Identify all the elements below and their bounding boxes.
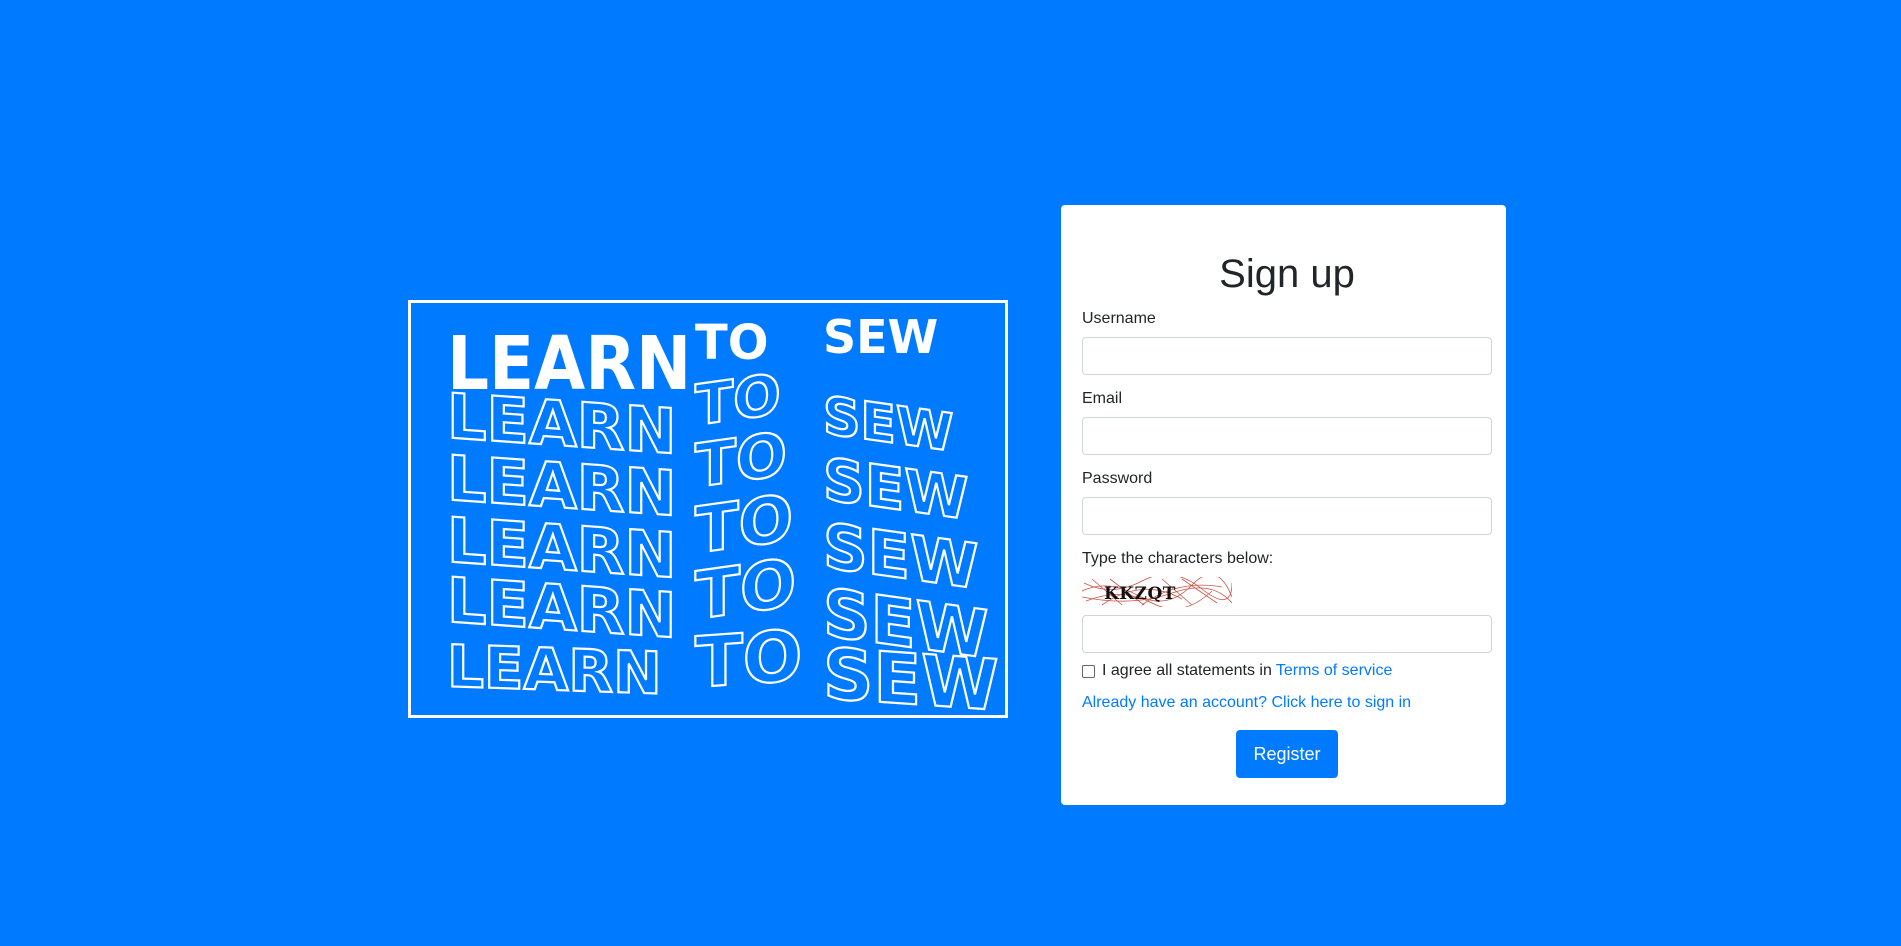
poster-word-sew: SEW (823, 310, 938, 364)
password-input[interactable] (1082, 497, 1492, 535)
poster-outline-sew: SEW (823, 633, 998, 715)
signup-card: Sign up Username Email Password Type the… (1061, 205, 1506, 805)
poster-outline-to: TO (695, 615, 802, 704)
terms-of-service-link[interactable]: Terms of service (1276, 661, 1392, 681)
signin-link[interactable]: Already have an account? Click here to s… (1082, 694, 1411, 711)
agree-checkbox[interactable] (1082, 664, 1095, 678)
username-label: Username (1082, 310, 1156, 327)
learn-to-sew-poster: LEARN TO SEW LEARN TO SEW LEARN TO SEW L… (408, 300, 1008, 718)
poster-outline-learn: LEARN (447, 632, 662, 707)
signin-row: Already have an account? Click here to s… (1082, 693, 1492, 713)
captcha-input[interactable] (1082, 615, 1492, 653)
page-title: Sign up (1219, 252, 1355, 296)
password-label: Password (1082, 470, 1153, 487)
poster-word-to: TO (695, 315, 769, 371)
captcha-label: Type the characters below: (1082, 550, 1274, 567)
captcha-text: KKZQT (1104, 584, 1176, 604)
captcha-image: KKZQT (1082, 577, 1232, 607)
button-row: Register (1082, 730, 1492, 778)
username-input[interactable] (1082, 337, 1492, 375)
email-input[interactable] (1082, 417, 1492, 455)
email-label: Email (1082, 390, 1123, 407)
agree-text: I agree all statements in (1102, 662, 1272, 679)
register-button[interactable]: Register (1236, 730, 1338, 778)
page: LEARN TO SEW LEARN TO SEW LEARN TO SEW L… (0, 0, 1901, 946)
terms-agreement-row: I agree all statements in Terms of servi… (1082, 661, 1492, 681)
